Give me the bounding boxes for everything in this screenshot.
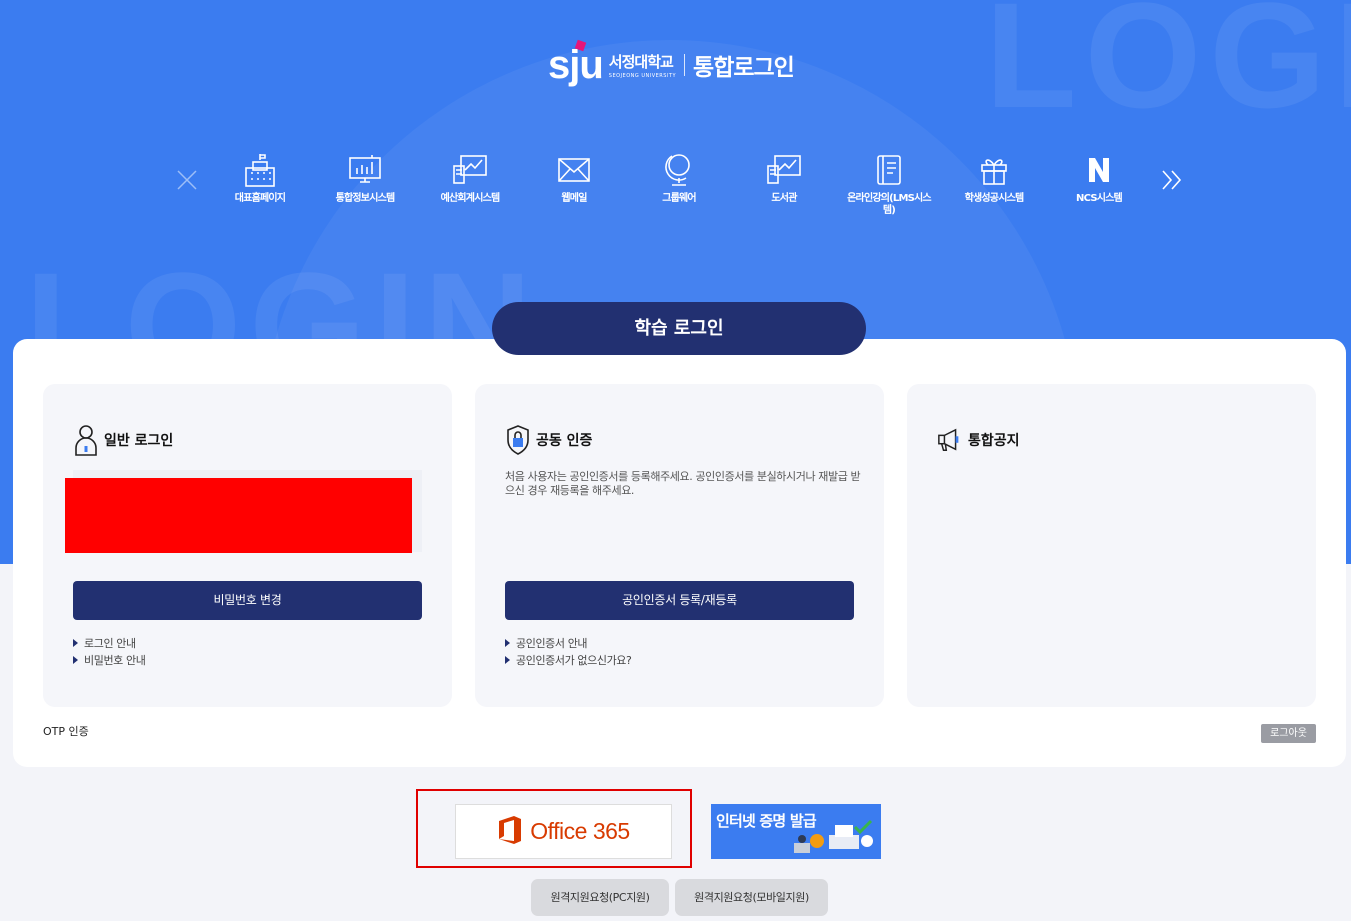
quick-item-label: 학생성공시스템 xyxy=(964,193,1025,204)
office365-label: Office 365 xyxy=(530,818,630,844)
quick-item-homepage[interactable]: 대표홈페이지 xyxy=(215,150,305,205)
close-icon[interactable] xyxy=(175,168,199,195)
university-name: 서정대학교 xyxy=(608,53,674,71)
no-certificate-link[interactable]: 공인인증서가 없으신가요? xyxy=(505,652,632,669)
quick-item-integrated-info[interactable]: 통합정보시스템 xyxy=(320,150,410,205)
site-logo[interactable]: sju 서정대학교 SEOJEONG UNIVERSITY 통합로그인 xyxy=(548,39,795,90)
login-guide-link[interactable]: 로그인 안내 xyxy=(73,635,145,652)
globe-icon xyxy=(659,150,699,190)
gift-icon xyxy=(974,150,1014,190)
certificate-guide-link[interactable]: 공인인증서 안내 xyxy=(505,635,631,652)
office365-banner[interactable]: Office 365 xyxy=(455,804,672,859)
double-chevron-right-icon[interactable] xyxy=(1160,168,1184,196)
tab-learning-login[interactable]: 학습 로그인 xyxy=(492,302,866,355)
user-icon xyxy=(73,424,99,456)
quick-item-lms[interactable]: 온라인강의(LMS시스템) xyxy=(844,150,934,217)
certificate-login-card: 공동 인증 처음 사용자는 공인인증서를 등록해주세요. 공인인증서를 분실하시… xyxy=(475,384,884,707)
general-links: 로그인 안내 비밀번호 안내 xyxy=(73,635,146,669)
book-icon xyxy=(869,150,909,190)
quick-menu: 대표홈페이지 통합정보시스템 예산회계시스템 웹메일 그룹웨어 도서관 온라인강… xyxy=(175,150,1185,230)
computer-chart-icon xyxy=(450,150,490,190)
library-icon xyxy=(764,150,804,190)
quick-item-label: 예산회계시스템 xyxy=(440,193,501,204)
otp-auth-link[interactable]: OTP 인증 xyxy=(43,723,89,739)
login-panel: 일반 로그인 비밀번호 변경 로그인 안내 비밀번호 안내 공동 인증 처음 사… xyxy=(13,339,1346,767)
quick-item-label: 대표홈페이지 xyxy=(234,193,286,204)
office-logo-icon xyxy=(497,815,523,849)
quick-item-label: 그룹웨어 xyxy=(662,193,696,204)
remote-support-mobile-button[interactable]: 원격지원요청(모바일지원) xyxy=(675,879,828,916)
certificate-register-button[interactable]: 공인인증서 등록/재등록 xyxy=(505,581,854,620)
certificate-links: 공인인증서 안내 공인인증서가 없으신가요? xyxy=(505,635,632,669)
logo-divider xyxy=(684,54,686,76)
remote-support-pc-button[interactable]: 원격지원요청(PC지원) xyxy=(531,879,669,916)
card-title: 일반 로그인 xyxy=(104,433,174,449)
quick-item-label: 웹메일 xyxy=(561,193,587,204)
change-password-button[interactable]: 비밀번호 변경 xyxy=(73,581,422,620)
monitor-chart-icon xyxy=(345,150,385,190)
card-title: 통합공지 xyxy=(968,433,1020,449)
megaphone-icon xyxy=(937,424,963,456)
shield-lock-icon xyxy=(505,424,531,456)
card-title: 공동 인증 xyxy=(536,433,593,449)
general-login-card: 일반 로그인 비밀번호 변경 로그인 안내 비밀번호 안내 xyxy=(43,384,452,707)
quick-item-label: NCS시스템 xyxy=(1076,193,1123,204)
quick-item-webmail[interactable]: 웹메일 xyxy=(529,150,619,205)
quick-item-label: 도서관 xyxy=(771,193,797,204)
password-guide-link[interactable]: 비밀번호 안내 xyxy=(73,652,146,669)
logout-button[interactable]: 로그아웃 xyxy=(1261,724,1316,743)
university-name-en: SEOJEONG UNIVERSITY xyxy=(608,73,677,79)
quick-item-label: 온라인강의(LMS시스템) xyxy=(847,193,932,216)
quick-item-library[interactable]: 도서관 xyxy=(739,150,829,205)
mail-icon xyxy=(554,150,594,190)
sju-logo-mark: sju xyxy=(548,39,604,85)
building-icon xyxy=(240,150,280,190)
quick-item-label: 통합정보시스템 xyxy=(335,193,396,204)
quick-item-groupware[interactable]: 그룹웨어 xyxy=(634,150,724,205)
certificate-description: 처음 사용자는 공인인증서를 등록해주세요. 공인인증서를 분실하시거나 재발급… xyxy=(505,470,861,497)
redacted-login-fields xyxy=(65,478,412,553)
page-title: 통합로그인 xyxy=(693,55,795,81)
hero-watermark-text: LOGIN xyxy=(985,0,1351,139)
quick-item-budget[interactable]: 예산회계시스템 xyxy=(425,150,515,205)
ncs-logo-icon xyxy=(1079,150,1119,190)
notice-card: 통합공지 xyxy=(907,384,1316,707)
quick-item-ncs[interactable]: NCS시스템 xyxy=(1054,150,1144,205)
internet-certificate-banner[interactable]: 인터넷 증명 발급 xyxy=(711,804,881,859)
printer-illustration-icon xyxy=(789,819,879,859)
quick-item-student-success[interactable]: 학생성공시스템 xyxy=(949,150,1039,205)
